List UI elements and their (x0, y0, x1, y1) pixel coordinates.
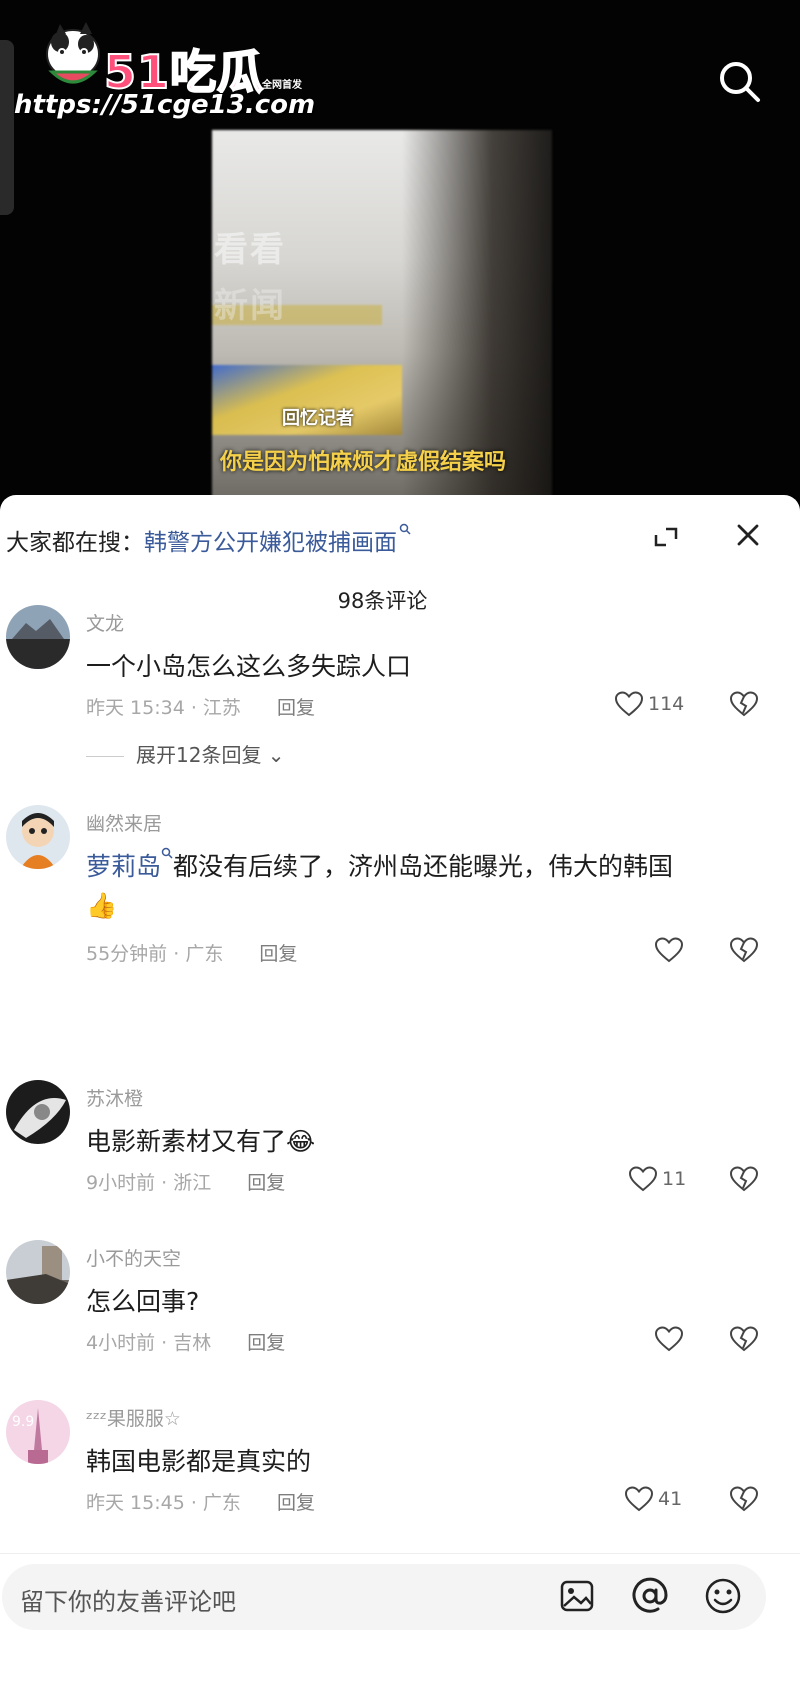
comment-time: 昨天 15:34 (86, 697, 185, 719)
dislike-icon[interactable] (729, 690, 759, 718)
search-icon (399, 523, 411, 535)
heart-icon (614, 691, 644, 717)
comment-username[interactable]: ᶻᶻᶻ果服服☆ (86, 1404, 181, 1431)
avatar[interactable] (6, 1240, 70, 1304)
comment-text: 电影新素材又有了😂 (86, 1127, 316, 1156)
comment-time: 昨天 15:45 (86, 1492, 185, 1514)
comment-time: 4小时前 (86, 1332, 156, 1354)
video-caption: 你是因为怕麻烦才虚假结案吗 (220, 450, 507, 475)
avatar[interactable] (6, 605, 70, 669)
comment-location: 江苏 (202, 697, 241, 719)
reply-button[interactable]: 回复 (259, 943, 297, 965)
comment-location: 广东 (202, 1492, 241, 1514)
brand-tagline: 全网首发 (262, 80, 302, 91)
comment-location: 广东 (185, 943, 224, 965)
comment-location: 吉林 (173, 1332, 212, 1354)
expand-icon[interactable] (652, 523, 680, 551)
comment-meta: 昨天 15:34 · 江苏 回复 (86, 697, 315, 719)
dislike-icon[interactable] (729, 1485, 759, 1513)
comment-username[interactable]: 小不的天空 (86, 1244, 181, 1271)
video-subtitle: 回忆记者 (282, 408, 354, 429)
comment-meta: 4小时前 · 吉林 回复 (86, 1332, 286, 1354)
at-icon[interactable] (630, 1576, 670, 1616)
dislike-icon[interactable] (729, 1165, 759, 1193)
comment-time: 9小时前 (86, 1172, 156, 1194)
app-screen: 看看 新闻 回忆记者 你是因为怕麻烦才虚假结案吗 51吃瓜 全网首发 https… (0, 0, 800, 1707)
reply-button[interactable]: 回复 (277, 1492, 315, 1514)
dislike-icon[interactable] (729, 1325, 759, 1353)
video-overlay-text: 新闻 (214, 286, 286, 326)
reply-button[interactable]: 回复 (277, 697, 315, 719)
heart-icon (624, 1486, 654, 1512)
svg-text:9.9: 9.9 (12, 1414, 34, 1430)
avatar[interactable]: 9.9 (6, 1400, 70, 1464)
side-handle[interactable] (0, 40, 14, 215)
trending-search-prefix: 大家都在搜： (6, 530, 144, 556)
heart-icon (654, 937, 684, 963)
comment-input[interactable]: 留下你的友善评论吧 (2, 1564, 766, 1630)
watermark-url: https://51cge13.com (14, 90, 316, 120)
emoji-icon[interactable] (703, 1576, 743, 1616)
comment-meta: 昨天 15:45 · 广东 回复 (86, 1492, 315, 1514)
heart-icon (628, 1166, 658, 1192)
video-player[interactable]: 看看 新闻 回忆记者 你是因为怕麻烦才虚假结案吗 51吃瓜 全网首发 https… (0, 0, 800, 500)
comment-location: 浙江 (173, 1172, 212, 1194)
search-icon (161, 847, 173, 859)
mascot-icon (46, 22, 100, 84)
avatar[interactable] (6, 1080, 70, 1144)
comment-text: 一个小岛怎么这么多失踪人口 (86, 652, 412, 681)
like-button[interactable] (654, 935, 684, 965)
comment-input-placeholder: 留下你的友善评论吧 (20, 1588, 236, 1616)
like-count: 41 (658, 1488, 683, 1510)
comment-username[interactable]: 苏沐橙 (86, 1084, 143, 1111)
reply-button[interactable]: 回复 (247, 1332, 285, 1354)
trending-search[interactable]: 大家都在搜：韩警方公开嫌犯被捕画面 (6, 523, 411, 557)
video-overlay-text: 看看 (214, 230, 286, 270)
expand-replies-label: 展开12条回复 (136, 743, 262, 767)
heart-icon (654, 1326, 684, 1352)
trending-search-term[interactable]: 韩警方公开嫌犯被捕画面 (144, 530, 397, 556)
avatar[interactable] (6, 805, 70, 869)
search-icon[interactable] (716, 58, 764, 106)
like-count: 11 (662, 1168, 687, 1190)
like-button[interactable] (654, 1324, 684, 1354)
like-count: 114 (648, 693, 685, 715)
comment-meta: 55分钟前 · 广东 回复 (86, 943, 298, 965)
close-icon[interactable] (732, 519, 764, 551)
comment-text: 萝莉岛 都没有后续了，济州岛还能曝光，伟大的韩国 (86, 847, 673, 883)
comment-time: 55分钟前 (86, 943, 168, 965)
thumbs-up-emoji: 👍 (86, 891, 118, 920)
comment-username[interactable]: 幽然来居 (86, 809, 162, 836)
watermark-logo: 51吃瓜 全网首发 https://51cge13.com (14, 10, 316, 120)
comment-text: 韩国电影都是真实的 (86, 1447, 312, 1476)
dislike-icon[interactable] (729, 936, 759, 964)
comment-username[interactable]: 文龙 (86, 609, 124, 636)
like-button[interactable]: 114 (614, 689, 684, 719)
like-button[interactable]: 41 (624, 1484, 682, 1514)
reply-button[interactable]: 回复 (247, 1172, 285, 1194)
comment-meta: 9小时前 · 浙江 回复 (86, 1172, 286, 1194)
comment-text: 怎么回事? (86, 1287, 200, 1316)
like-button[interactable]: 11 (628, 1164, 686, 1194)
mention-link[interactable]: 萝莉岛 (86, 852, 161, 881)
comments-sheet: 大家都在搜：韩警方公开嫌犯被捕画面 98条评论 文龙 一个小岛怎么这么多失踪人口… (0, 495, 800, 1707)
comment-input-bar: 留下你的友善评论吧 (0, 1553, 800, 1707)
image-icon[interactable] (557, 1576, 597, 1616)
expand-replies-button[interactable]: 展开12条回复 ⌄ (86, 739, 285, 768)
